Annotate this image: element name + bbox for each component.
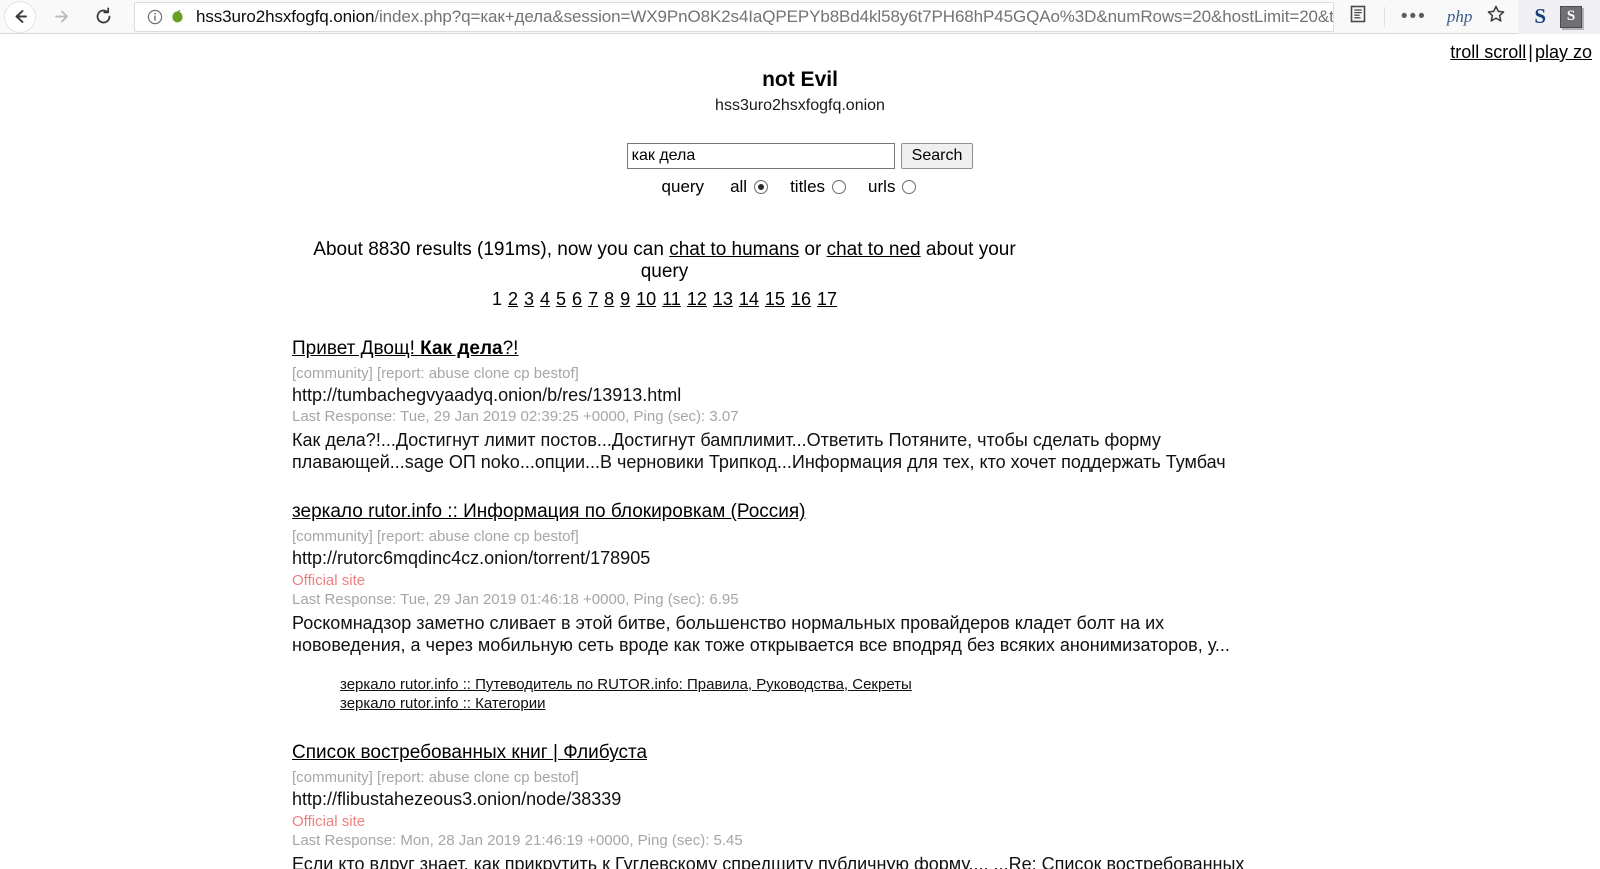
back-button[interactable]: [4, 0, 36, 33]
url-text: hss3uro2hsxfogfq.onion/index.php?q=как+д…: [196, 7, 1333, 27]
top-right-links: troll scroll | play zo: [1450, 42, 1592, 63]
pagination-page-7[interactable]: 7: [588, 289, 598, 309]
reader-mode-icon[interactable]: [1348, 4, 1368, 29]
pagination-page-12[interactable]: 12: [687, 289, 707, 309]
result-url: http://flibustahezeous3.onion/node/38339: [292, 789, 622, 810]
pagination-page-6[interactable]: 6: [572, 289, 582, 309]
result-title-match: Как дела: [420, 338, 503, 360]
results-list: Привет Двощ! Как дела?! [community] [repo…: [292, 338, 1542, 869]
result-meta: Last Response: Mon, 28 Jan 2019 21:46:19…: [292, 832, 743, 850]
page-content: troll scroll | play zo not Evil hss3uro2hs…: [0, 34, 1600, 869]
search-result: зеркало rutor.info :: Информация по блок…: [292, 501, 1542, 714]
pagination-page-4[interactable]: 4: [540, 289, 550, 309]
results-count: About 8830 results (191ms), now you can …: [292, 239, 1037, 283]
radio-urls[interactable]: [902, 180, 917, 195]
chat-to-ned-link[interactable]: chat to ned: [827, 239, 921, 260]
forward-arrow-icon: [54, 10, 68, 23]
result-title-link[interactable]: зеркало rutor.info :: Информация по блок…: [292, 501, 806, 523]
pagination-links: 2 3 4 5 6 7 8 9 10 11 12 13 14 15 16 17: [505, 289, 840, 309]
s-extension-grey-icon[interactable]: S: [1560, 5, 1582, 28]
address-bar[interactable]: hss3uro2hsxfogfq.onion/index.php?q=как+д…: [134, 1, 1334, 32]
result-url: http://rutorc6mqdinc4cz.onion/torrent/17…: [292, 548, 651, 569]
result-title-text-tail: ?!: [502, 338, 519, 360]
pagination-current-page: 1: [491, 289, 502, 310]
result-snippet: Роскомнадзор заметно сливает в этой битв…: [292, 613, 1230, 656]
search-mode-titles-label: titles: [790, 177, 826, 197]
result-meta: Last Response: Tue, 29 Jan 2019 02:39:25…: [292, 408, 739, 426]
pagination-page-13[interactable]: 13: [713, 289, 733, 309]
info-circle-icon[interactable]: [147, 9, 163, 25]
result-tags[interactable]: [community] [report: abuse clone cp best…: [292, 365, 1542, 382]
reload-button[interactable]: [86, 0, 120, 34]
play-zone-link[interactable]: play zo: [1535, 42, 1592, 62]
result-tags[interactable]: [community] [report: abuse clone cp best…: [292, 528, 1542, 545]
result-sublink[interactable]: зеркало rutor.info :: Категории: [340, 694, 1542, 714]
result-sublinks: зеркало rutor.info :: Путеводитель по RU…: [340, 675, 1542, 715]
search-row: Search: [626, 143, 974, 170]
chat-to-humans-link[interactable]: chat to humans: [669, 239, 799, 260]
pagination-page-10[interactable]: 10: [636, 289, 656, 309]
result-meta: Last Response: Tue, 29 Jan 2019 01:46:18…: [292, 591, 739, 609]
site-header: not Evil hss3uro2hsxfogfq.onion: [0, 34, 1600, 115]
link-separator: |: [1528, 42, 1533, 62]
pagination-page-14[interactable]: 14: [739, 289, 759, 309]
search-mode-titles[interactable]: titles: [790, 177, 868, 197]
radio-titles[interactable]: [832, 180, 847, 195]
radio-all[interactable]: [754, 180, 769, 195]
s-extension-blue-icon[interactable]: S: [1534, 4, 1546, 29]
search-result: Привет Двощ! Как дела?! [community] [repo…: [292, 338, 1542, 473]
url-host: hss3uro2hsxfogfq.onion: [196, 6, 375, 26]
pagination-page-2[interactable]: 2: [508, 289, 518, 309]
troll-scroll-link[interactable]: troll scroll: [1450, 42, 1526, 62]
result-title-link[interactable]: Список востребованных книг | Флибуста: [292, 742, 647, 764]
search-mode-all-label: all: [730, 177, 748, 197]
results-count-prefix: About 8830 results (191ms), now you can: [313, 239, 670, 261]
search-mode-all[interactable]: all: [730, 177, 790, 197]
page-title: not Evil: [762, 68, 838, 91]
result-official-badge: Official site: [292, 572, 366, 590]
url-path: /index.php?q=как+дела&session=WX9PnO8K2s…: [374, 6, 1333, 26]
pagination-page-8[interactable]: 8: [604, 289, 614, 309]
result-official-badge: Official site: [292, 813, 366, 831]
forward-button[interactable]: [44, 0, 78, 34]
onion-icon: [169, 8, 186, 25]
query-label: query: [661, 177, 705, 197]
search-mode-options: query all titles urls: [0, 177, 1600, 197]
search-mode-urls[interactable]: urls: [868, 177, 938, 197]
site-domain: hss3uro2hsxfogfq.onion: [715, 97, 885, 115]
result-title-text: Привет Двощ!: [292, 338, 421, 360]
extensions-tray: S S: [1518, 0, 1600, 34]
search-input[interactable]: [626, 143, 895, 170]
result-sublink[interactable]: зеркало rutor.info :: Путеводитель по RU…: [340, 675, 1542, 695]
pagination-page-3[interactable]: 3: [524, 289, 534, 309]
pagination-page-5[interactable]: 5: [556, 289, 566, 309]
search-result: Список востребованных книг | Флибуста [co…: [292, 742, 1542, 869]
browser-toolbar: hss3uro2hsxfogfq.onion/index.php?q=как+д…: [0, 0, 1600, 34]
result-url: http://tumbachegvyaadyq.onion/b/res/1391…: [292, 385, 682, 406]
pagination-page-16[interactable]: 16: [791, 289, 811, 309]
results-count-middle: or: [799, 239, 827, 261]
pagination-page-15[interactable]: 15: [765, 289, 785, 309]
toolbar-divider: [1383, 6, 1385, 27]
pagination-page-17[interactable]: 17: [817, 289, 837, 309]
result-title-link[interactable]: Привет Двощ! Как дела?!: [292, 338, 518, 360]
reload-icon: [96, 7, 110, 24]
overflow-menu-button[interactable]: •••: [1401, 7, 1427, 26]
pagination-page-9[interactable]: 9: [620, 289, 630, 309]
search-button[interactable]: Search: [900, 143, 974, 170]
back-arrow-icon: [15, 10, 27, 23]
results-container: About 8830 results (191ms), now you can …: [292, 239, 1542, 869]
php-extension-button[interactable]: php: [1447, 7, 1473, 27]
pagination: 1 2 3 4 5 6 7 8 9 10 11 12 13 14 15 16 17: [292, 289, 1037, 310]
result-snippet: Как дела?!...Достигнут лимит постов...До…: [292, 430, 1226, 473]
star-icon[interactable]: [1486, 4, 1506, 29]
result-tags[interactable]: [community] [report: abuse clone cp best…: [292, 769, 1542, 786]
result-snippet: Если кто вдруг знает, как прикрутить к Г…: [292, 854, 1245, 869]
search-mode-urls-label: urls: [868, 177, 896, 197]
search-area: Search query all titles urls: [0, 143, 1600, 197]
pagination-page-11[interactable]: 11: [662, 289, 681, 309]
